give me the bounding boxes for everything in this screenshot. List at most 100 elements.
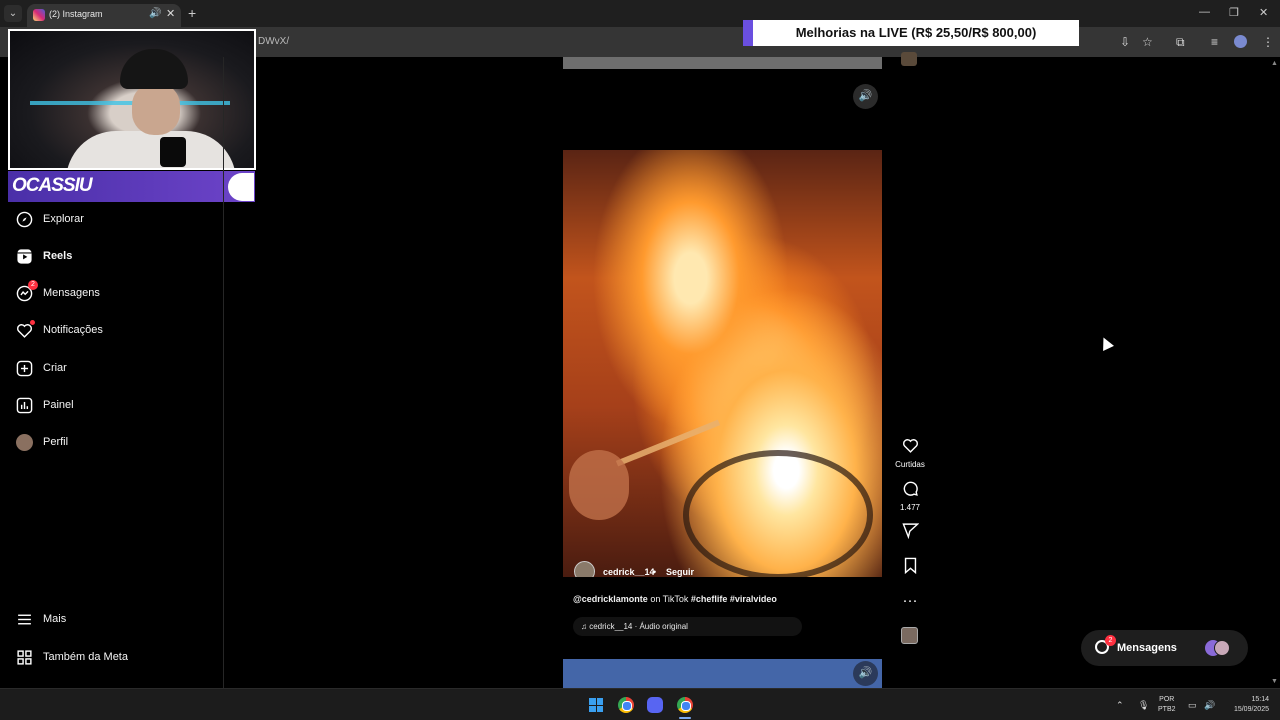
- new-tab-button[interactable]: +: [188, 5, 196, 21]
- live-goal-banner: Melhorias na LIVE (R$ 25,50/R$ 800,00): [743, 20, 1079, 46]
- messages-pill-button[interactable]: 2 Mensagens: [1081, 630, 1248, 666]
- restore-button[interactable]: ❐: [1229, 6, 1239, 19]
- sidebar-item-label: Notificações: [43, 324, 103, 336]
- unread-badge: 2: [28, 279, 38, 290]
- volume-icon[interactable]: 🔊: [1204, 700, 1215, 711]
- scroll-up-arrow-icon[interactable]: ▲: [1271, 60, 1278, 67]
- star-icon[interactable]: ☆: [1142, 35, 1153, 49]
- discord-icon[interactable]: [647, 697, 663, 713]
- send-icon: [894, 522, 926, 543]
- scroll-down-arrow-icon[interactable]: ▼: [1271, 678, 1278, 685]
- more-options-button[interactable]: ···: [894, 592, 926, 609]
- notification-dot: [30, 319, 35, 325]
- video-spoon-shape: [615, 419, 721, 467]
- previous-audio-avatar[interactable]: [901, 52, 917, 66]
- reel-caption: @cedricklamonte on TikTok #cheflife #vir…: [573, 594, 777, 604]
- reel-author-username[interactable]: cedrick__14: [603, 567, 655, 577]
- bookmark-icon: [894, 557, 926, 578]
- extensions-icon[interactable]: ⧉: [1176, 35, 1185, 50]
- mouse-cursor-icon: [1098, 335, 1114, 351]
- reels-icon: [16, 248, 33, 265]
- media-icon[interactable]: ≡: [1211, 35, 1218, 49]
- instagram-icon: [33, 9, 45, 21]
- sidebar-item-label: Perfil: [43, 436, 69, 448]
- browser-tab[interactable]: (2) Instagram 🔊 ✕: [27, 4, 181, 27]
- sidebar-item-explorar[interactable]: Explorar: [16, 207, 206, 231]
- menu-icon[interactable]: ⋮: [1262, 35, 1274, 49]
- sidebar-item-label: Também da Meta: [43, 651, 128, 663]
- original-audio-link[interactable]: ♫ cedrick__14 · Áudio original: [573, 617, 802, 636]
- install-icon[interactable]: ⇩: [1120, 35, 1130, 49]
- active-app-indicator: [679, 717, 691, 719]
- separator-dot: •: [653, 567, 657, 577]
- avatar: [1214, 640, 1230, 656]
- lang-code: POR: [1159, 696, 1175, 703]
- video-hand-shape: [569, 450, 629, 520]
- sidebar-item-notificacoes[interactable]: Notificações: [16, 318, 206, 342]
- tray-chevron-icon[interactable]: ⌃: [1116, 700, 1124, 711]
- ellipsis-icon: ···: [902, 592, 918, 609]
- page-scrollbar[interactable]: [1268, 57, 1280, 688]
- video-pan-shape: [683, 450, 873, 577]
- sidebar-item-criar[interactable]: Criar: [16, 356, 206, 380]
- heart-icon: [16, 319, 35, 339]
- close-window-button[interactable]: ✕: [1259, 6, 1268, 19]
- sidebar-item-label: Mensagens: [43, 287, 100, 299]
- comment-icon: [894, 480, 926, 501]
- like-button[interactable]: Curtidas: [894, 437, 926, 469]
- url-field[interactable]: DWvX/: [258, 36, 289, 47]
- reel-author-avatar[interactable]: [574, 561, 595, 577]
- tab-title: (2) Instagram: [49, 9, 103, 19]
- messages-count-badge: 2: [1105, 635, 1116, 646]
- chrome-icon[interactable]: [618, 697, 634, 713]
- sidebar-item-label: Explorar: [43, 213, 84, 225]
- meta-icon: [16, 649, 33, 666]
- profile-icon[interactable]: [1234, 35, 1247, 48]
- sidebar-item-label: Mais: [43, 613, 67, 625]
- save-button[interactable]: [894, 557, 926, 578]
- follow-button[interactable]: Seguir: [666, 567, 694, 577]
- speaker-icon[interactable]: 🔊: [149, 8, 161, 19]
- previous-reel-thumbnail[interactable]: [563, 57, 882, 69]
- input-language[interactable]: POR PTB2: [1158, 695, 1176, 715]
- next-reel-thumbnail[interactable]: [563, 659, 882, 688]
- sidebar-item-label: Reels: [43, 250, 73, 262]
- sidebar-item-mais[interactable]: Mais: [16, 607, 206, 631]
- network-icon[interactable]: ▭: [1188, 700, 1197, 711]
- caption-hashtags[interactable]: #cheflife #viralvideo: [691, 594, 777, 604]
- messenger-icon: 2: [16, 279, 38, 302]
- comment-button[interactable]: 1.477: [894, 480, 926, 512]
- share-button[interactable]: [894, 522, 926, 543]
- streamer-logo-icon: [228, 173, 254, 201]
- chrome-active-icon[interactable]: [677, 697, 693, 713]
- sound-toggle-button[interactable]: 🔊: [853, 84, 878, 109]
- system-clock[interactable]: 15:14 15/09/2025: [1225, 695, 1269, 715]
- microphone-icon[interactable]: 🎙: [1138, 700, 1149, 711]
- hamburger-icon: [16, 611, 33, 628]
- sidebar-item-label: Painel: [43, 399, 74, 411]
- minimize-button[interactable]: —: [1199, 6, 1210, 18]
- clock-date: 15/09/2025: [1233, 706, 1269, 713]
- sidebar-item-label: Criar: [43, 362, 67, 374]
- caption-text: on TikTok: [647, 594, 691, 604]
- compass-icon: [16, 211, 33, 228]
- tab-close-button[interactable]: ✕: [166, 7, 175, 20]
- windows-start-icon[interactable]: [589, 698, 603, 712]
- windows-taskbar: ⌃ 🎙 POR PTB2 ▭ 🔊 15:14 15/09/2025: [0, 688, 1280, 720]
- sidebar-item-painel[interactable]: Painel: [16, 393, 206, 417]
- sidebar-item-meta[interactable]: Também da Meta: [16, 645, 206, 669]
- sound-toggle-button-next[interactable]: 🔊: [853, 661, 878, 686]
- sidebar-item-mensagens[interactable]: 2 Mensagens: [16, 279, 206, 305]
- tab-search-button[interactable]: ⌄: [4, 5, 22, 22]
- sidebar-item-perfil[interactable]: Perfil: [16, 430, 206, 454]
- audio-track-thumbnail[interactable]: [901, 627, 918, 644]
- reel-video[interactable]: cedrick__14 • Seguir: [563, 150, 882, 577]
- sidebar-item-reels[interactable]: Reels: [16, 244, 206, 268]
- lang-layout: PTB2: [1158, 706, 1176, 713]
- comments-count: 1.477: [899, 503, 921, 512]
- likes-label: Curtidas: [895, 460, 925, 469]
- browser-tab-bar: ⌄ (2) Instagram 🔊 ✕ + — ❐ ✕: [0, 0, 1280, 27]
- heart-icon: [894, 437, 926, 458]
- clock-time: 15:14: [1251, 696, 1269, 703]
- caption-handle-link[interactable]: @cedricklamonte: [573, 594, 648, 604]
